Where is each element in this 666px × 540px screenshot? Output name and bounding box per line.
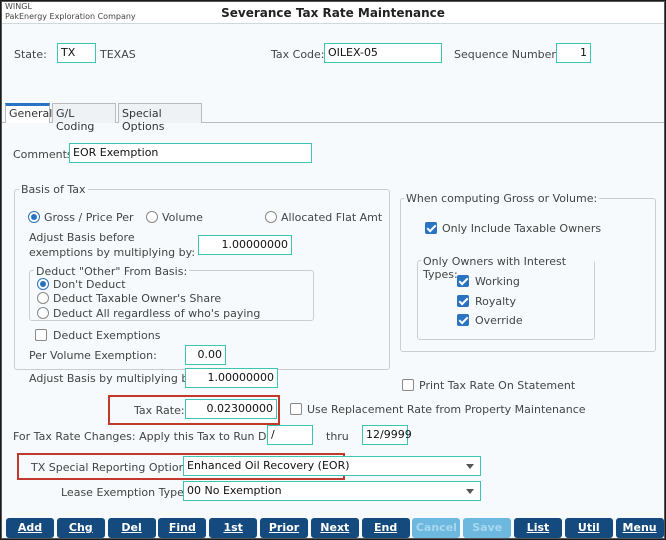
del-button[interactable]: Del xyxy=(107,518,156,538)
radio-dont-deduct-label: Don't Deduct xyxy=(53,278,126,291)
util-button[interactable]: Util xyxy=(564,518,613,538)
chevron-down-icon xyxy=(466,464,474,469)
tab-gl-coding[interactable]: G/L Coding xyxy=(52,103,116,133)
print-tax-rate-checkbox[interactable] xyxy=(402,379,414,391)
royalty-checkbox[interactable] xyxy=(457,295,469,307)
comments-input[interactable]: EOR Exemption xyxy=(69,143,312,163)
radio-deduct-all-label: Deduct All regardless of who's paying xyxy=(53,307,261,320)
radio-deduct-taxable-label: Deduct Taxable Owner's Share xyxy=(53,292,222,305)
per-volume-input[interactable]: 0.00 xyxy=(185,345,226,365)
prior-button[interactable]: Prior xyxy=(260,518,308,538)
deduct-exemptions-label: Deduct Exemptions xyxy=(53,329,161,342)
radio-volume[interactable] xyxy=(146,211,158,223)
radio-allocated[interactable] xyxy=(265,211,277,223)
replacement-rate-label: Use Replacement Rate from Property Maint… xyxy=(307,403,586,416)
lease-exemption-label: Lease Exemption Type: xyxy=(61,486,188,499)
override-label: Override xyxy=(475,314,523,327)
adjust-before-label-2: exemptions by multiplying by: xyxy=(29,246,196,259)
add-button[interactable]: Add xyxy=(6,518,54,538)
radio-dont-deduct[interactable] xyxy=(37,278,49,290)
lease-exemption-select[interactable]: 00 No Exemption xyxy=(183,481,481,501)
radio-deduct-all[interactable] xyxy=(37,307,49,319)
next-button[interactable]: Next xyxy=(310,518,359,538)
tax-code-label: Tax Code: xyxy=(271,48,325,61)
adjust-basis-input[interactable]: 1.00000000 xyxy=(185,368,278,388)
basis-of-tax-title: Basis of Tax xyxy=(19,183,88,196)
radio-volume-label: Volume xyxy=(162,211,203,224)
radio-gross-label: Gross / Price Per xyxy=(44,211,134,224)
lease-exemption-value: 00 No Exemption xyxy=(187,484,282,497)
special-reporting-value: Enhanced Oil Recovery (EOR) xyxy=(187,459,350,472)
adjust-basis-label: Adjust Basis by multiplying by: xyxy=(29,372,198,385)
tax-code-input[interactable]: OILEX-05 xyxy=(324,43,442,63)
deduct-other-title: Deduct "Other" From Basis: xyxy=(34,265,190,278)
deduct-exemptions-checkbox[interactable] xyxy=(35,329,47,341)
radio-allocated-label: Allocated Flat Amt xyxy=(281,211,383,224)
override-checkbox[interactable] xyxy=(457,314,469,326)
print-tax-rate-label: Print Tax Rate On Statement xyxy=(419,379,576,392)
run-dates-label: For Tax Rate Changes: Apply this Tax to … xyxy=(13,430,294,443)
tax-rate-input[interactable]: 0.02300000 xyxy=(185,399,277,419)
1st-button[interactable]: 1st xyxy=(209,518,258,538)
thru-label: thru xyxy=(326,430,349,443)
state-input[interactable]: TX xyxy=(57,43,96,63)
state-name: TEXAS xyxy=(100,48,136,61)
run-from-input[interactable]: / xyxy=(267,425,313,445)
tab-general[interactable]: General xyxy=(5,103,52,123)
find-button[interactable]: Find xyxy=(158,518,207,538)
chg-button[interactable]: Chg xyxy=(56,518,105,538)
cancel-button: Cancel xyxy=(412,518,461,538)
state-label: State: xyxy=(14,48,47,61)
end-button[interactable]: End xyxy=(361,518,410,538)
radio-gross[interactable] xyxy=(28,211,40,223)
adjust-before-input[interactable]: 1.00000000 xyxy=(198,235,292,255)
royalty-label: Royalty xyxy=(475,295,517,308)
tab-special-options[interactable]: Special Options xyxy=(118,103,202,133)
radio-deduct-taxable[interactable] xyxy=(37,292,49,304)
page-title: Severance Tax Rate Maintenance xyxy=(221,6,445,20)
computing-title: When computing Gross or Volume: xyxy=(404,192,600,205)
run-thru-input[interactable]: 12/9999 xyxy=(362,425,412,445)
header: WINGL PakEnergy Exploration Company Seve… xyxy=(2,2,664,24)
working-label: Working xyxy=(475,275,520,288)
window: WINGL PakEnergy Exploration Company Seve… xyxy=(1,1,665,539)
replacement-rate-checkbox[interactable] xyxy=(290,403,302,415)
save-button: Save xyxy=(463,518,512,538)
tax-rate-label: Tax Rate: xyxy=(134,404,185,417)
only-taxable-checkbox[interactable] xyxy=(425,222,437,234)
sequence-input[interactable]: 1 xyxy=(556,43,591,63)
per-volume-label: Per Volume Exemption: xyxy=(29,349,157,362)
working-checkbox[interactable] xyxy=(457,275,469,287)
special-reporting-select[interactable]: Enhanced Oil Recovery (EOR) xyxy=(183,456,481,476)
chevron-down-icon xyxy=(466,489,474,494)
comments-label: Comments: xyxy=(13,148,77,161)
list-button[interactable]: List xyxy=(514,518,562,538)
adjust-before-label: Adjust Basis before xyxy=(29,231,135,244)
only-taxable-label: Only Include Taxable Owners xyxy=(442,222,602,235)
sequence-label: Sequence Number: xyxy=(454,48,560,61)
menu-button[interactable]: Menu xyxy=(615,518,664,538)
special-reporting-label: TX Special Reporting Option: xyxy=(31,461,190,474)
